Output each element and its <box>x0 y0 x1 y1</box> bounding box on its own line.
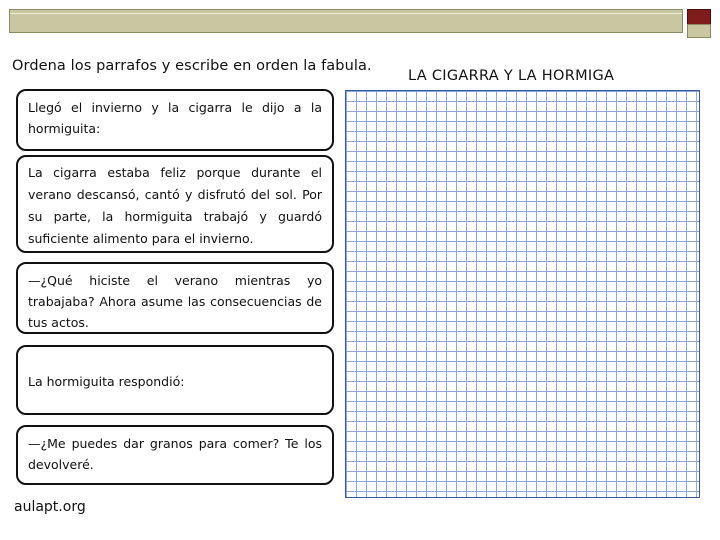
paragraph-box-4: La hormiguita respondió: <box>16 345 334 415</box>
secondary-square <box>687 24 711 38</box>
source-footer: aulapt.org <box>14 499 86 515</box>
paragraph-box-1: Llegó el invierno y la cigarra le dijo a… <box>16 89 334 151</box>
accent-square <box>687 9 711 25</box>
top-bar-squares <box>687 9 711 38</box>
paragraph-box-5: —¿Me puedes dar granos para comer? Te lo… <box>16 425 334 485</box>
top-decorative-bar <box>9 9 711 38</box>
writing-grid[interactable] <box>345 90 700 498</box>
paragraph-box-3: —¿Qué hiciste el verano mientras yo trab… <box>16 262 334 334</box>
fable-title: LA CIGARRA Y LA HORMIGA <box>408 68 615 84</box>
paragraph-box-2: La cigarra estaba feliz porque durante e… <box>16 155 334 253</box>
instruction-text: Ordena los parrafos y escribe en orden l… <box>12 58 372 74</box>
top-bar-strip <box>9 9 683 33</box>
